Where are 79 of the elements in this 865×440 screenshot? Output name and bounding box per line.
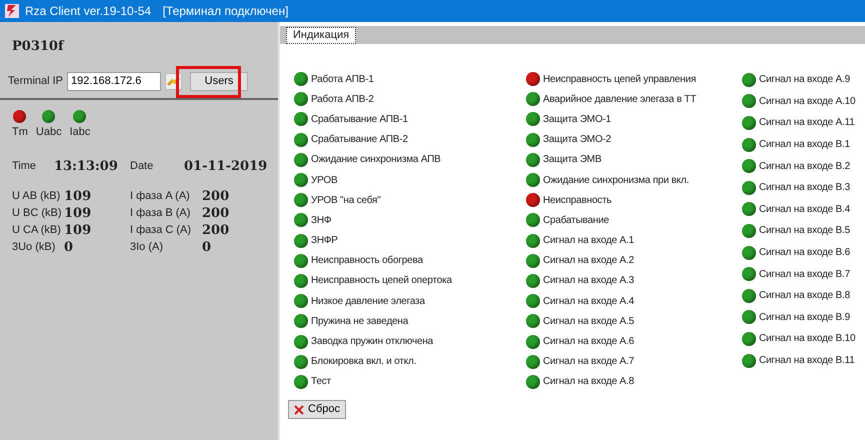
indicator-label: Сигнал на входе B.6 [759, 246, 850, 260]
indicator-label: Пружина не заведена [311, 314, 408, 329]
led-label: Tm [12, 125, 28, 140]
measurement-value: 109 [64, 204, 92, 223]
indicator-label: Неисправность [543, 194, 612, 208]
measurement-label: I фаза A (A) [130, 189, 191, 204]
indicator-label: Защита ЭМО-2 [543, 133, 612, 148]
measurement-value: 0 [202, 238, 212, 257]
indicator-label: Сигнал на входе B.5 [759, 224, 850, 238]
indicator-label: Сигнал на входе A.11 [759, 116, 855, 130]
ip-label: Terminal IP [8, 74, 64, 89]
measurement-label: U CA (kB) [12, 223, 62, 238]
indicator-label: Сигнал на входе B.4 [759, 202, 850, 217]
ip-field[interactable]: 192.168.172.6 [67, 72, 162, 90]
indicator-label: Ожидание синхронизма АПВ [311, 153, 441, 168]
reset-button[interactable]: Сброс [288, 400, 346, 419]
indicator-label: Сигнал на входе A.4 [543, 294, 634, 309]
indicator-label: Сигнал на входе A.9 [759, 73, 850, 88]
measurement-label: U AB (kB) [12, 189, 62, 204]
measurement-label: U BC (kB) [12, 206, 62, 222]
led-label: Uabc [36, 125, 62, 140]
measurement-value: 200 [202, 188, 230, 206]
indicator-label: Неисправность обогрева [311, 254, 423, 268]
indicator-label: УРОВ "на себя" [311, 194, 381, 208]
indicator-label: Сигнал на входе B.11 [759, 354, 855, 368]
indicator-label: Сигнал на входе B.8 [759, 289, 850, 304]
window-title: Rza Client ver.19-10-54 [25, 3, 152, 20]
indicator-label: Заводка пружин отключена [311, 335, 434, 350]
indicator-label: Сигнал на входе A.1 [543, 234, 634, 248]
indicator-label: Сигнал на входе A.2 [543, 254, 634, 268]
measurement-value: 200 [202, 222, 230, 240]
date-label: Date [130, 159, 154, 174]
measurement-label: 3Io (A) [130, 240, 164, 256]
indicator-label: Неисправность цепей опертока [311, 274, 452, 288]
indicator-label: Срабатывание АПВ-2 [311, 133, 408, 148]
tab[interactable]: Индикация [286, 27, 356, 44]
measurement-label: I фаза C (A) [130, 223, 192, 238]
indicator-label: ЗНФ [311, 214, 332, 228]
indicator-label: Аварийное давление элегаза в ТТ [543, 92, 696, 107]
time-label: Time [12, 159, 38, 174]
measurement-value: 109 [64, 188, 92, 206]
indicator-label: Блокировка вкл. и откл. [311, 355, 416, 370]
indicator-label: Сигнал на входе A.10 [759, 94, 856, 109]
indicator-label: Сигнал на входе B.9 [759, 310, 850, 325]
indicator-label: Сигнал на входе B.10 [759, 332, 856, 346]
indicator-label: Сигнал на входе A.5 [543, 314, 634, 329]
indicator-label: Сигнал на входе A.7 [543, 355, 634, 370]
measurement-value: 109 [64, 222, 92, 240]
date-value: 01-11-2019 [184, 158, 268, 176]
indicator-label: Сигнал на входе B.2 [759, 160, 850, 174]
device-name: P0310f [11, 38, 66, 56]
measurement-value: 0 [64, 238, 74, 257]
app-logo-icon [5, 4, 19, 18]
reset-icon [293, 404, 305, 416]
connection-status: [Терминал подключен] [162, 3, 288, 20]
indicator-label: Сигнал на входе A.8 [543, 375, 634, 390]
indicator-label: УРОВ [311, 174, 338, 188]
users-button[interactable]: Users [190, 72, 248, 90]
indicator-label: Работа АПВ-2 [311, 92, 374, 107]
indicator-label: Сигнал на входе B.3 [759, 181, 850, 196]
indicator-label: Сигнал на входе A.6 [543, 335, 634, 350]
indicator-label: Сигнал на входе B.1 [759, 138, 850, 152]
indicator-label: Работа АПВ-1 [311, 72, 374, 87]
indicator-label: Защита ЭМВ [543, 153, 602, 168]
indicator-label: Срабатывание [543, 214, 609, 228]
indicator-label: Сигнал на входе B.7 [759, 268, 850, 282]
time-value: 13:13:09 [54, 158, 119, 176]
indicator-label: ЗНФР [311, 234, 338, 248]
indicator-label: Низкое давление элегаза [311, 294, 425, 309]
measurement-value: 200 [202, 204, 230, 223]
measurement-label: I фаза B (A) [130, 206, 192, 222]
indicator-label: Ожидание синхронизма при вкл. [543, 174, 689, 188]
measurement-label: 3Uo (kB) [12, 240, 56, 256]
indicator-label: Тест [311, 375, 331, 390]
indicator-label: Сигнал на входе A.3 [543, 274, 634, 288]
indicator-label: Срабатывание АПВ-1 [311, 112, 408, 127]
led-label: Iabc [70, 125, 90, 140]
indicator-label: Защита ЭМО-1 [543, 112, 612, 127]
indicator-label: Неисправность цепей управления [543, 72, 696, 87]
